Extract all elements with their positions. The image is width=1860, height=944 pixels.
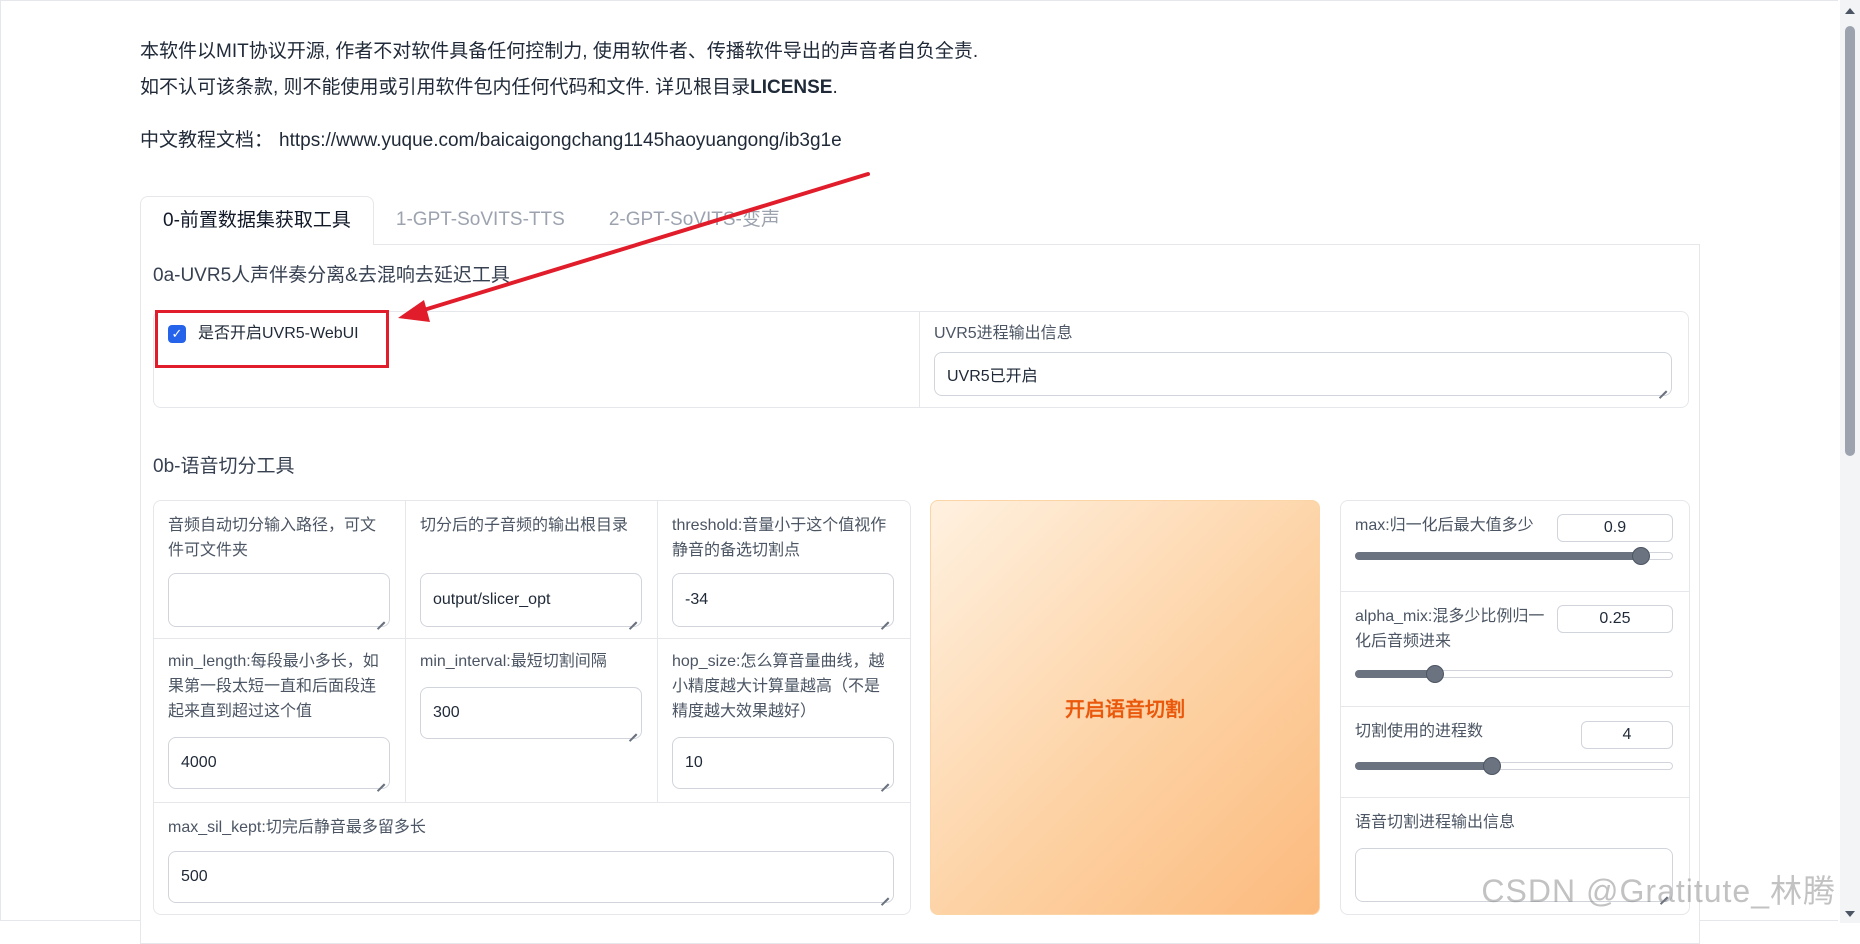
- max-number-input[interactable]: 0.9: [1557, 514, 1673, 542]
- threshold-label: threshold:音量小于这个值视作静音的备选切割点: [672, 517, 887, 559]
- alpha-mix-setting-cell: alpha_mix:混多少比例归一化后音频进来 0.25: [1341, 592, 1689, 707]
- max-sil-kept-value: 500: [181, 868, 208, 885]
- max-sil-kept-label: max_sil_kept:切完后静音最多留多长: [168, 819, 426, 836]
- process-count-setting-cell: 切割使用的进程数 4: [1341, 707, 1689, 798]
- max-setting-cell: max:归一化后最大值多少 0.9: [1341, 501, 1689, 592]
- uvr5-output-value: UVR5已开启: [947, 368, 1038, 385]
- min-interval-value: 300: [433, 704, 460, 721]
- progress-output-label: 语音切割进程输出信息: [1355, 814, 1516, 831]
- uvr5-section-title: 0a-UVR5人声伴奏分离&去混响去延迟工具: [153, 265, 510, 286]
- min-interval-cell: min_interval:最短切割间隔 300: [406, 639, 658, 803]
- hop-size-field[interactable]: 10: [672, 737, 894, 789]
- process-count-label: 切割使用的进程数: [1355, 723, 1484, 740]
- resize-handle-icon[interactable]: [1659, 383, 1667, 391]
- min-interval-label: min_interval:最短切割间隔: [420, 653, 607, 670]
- max-slider-fill: [1355, 552, 1641, 560]
- resize-handle-icon[interactable]: [629, 614, 637, 622]
- output-root-field[interactable]: output/slicer_opt: [420, 573, 642, 627]
- doc-link-row: 中文教程文档： https://www.yuque.com/baicaigongc…: [140, 125, 842, 152]
- alpha-mix-slider-fill: [1355, 670, 1435, 678]
- threshold-field[interactable]: -34: [672, 573, 894, 627]
- watermark: CSDN @Gratitute_林腾: [1481, 873, 1836, 909]
- threshold-value: -34: [685, 591, 709, 608]
- min-length-label: min_length:每段最小多长，如果第一段太短一直和后面段连起来直到超过这个…: [168, 653, 379, 720]
- alpha-mix-number-input[interactable]: 0.25: [1557, 605, 1673, 633]
- input-path-field[interactable]: [168, 573, 390, 627]
- max-slider-thumb[interactable]: [1632, 547, 1650, 565]
- min-interval-field[interactable]: 300: [420, 687, 642, 739]
- disclaimer-line-2-text: 如不认可该条款, 则不能使用或引用软件包内任何代码和文件. 详见根目录: [140, 77, 751, 98]
- tab-gpt-sovits-tts[interactable]: 1-GPT-SoVITS-TTS: [374, 196, 587, 244]
- process-count-number-input[interactable]: 4: [1581, 721, 1673, 749]
- process-count-slider-track[interactable]: [1355, 762, 1673, 770]
- slicer-params-grid: 音频自动切分输入路径，可文件可文件夹 切分后的子音频的输出根目录 output/…: [153, 500, 911, 915]
- resize-handle-icon[interactable]: [881, 890, 889, 898]
- slicer-settings-panel: max:归一化后最大值多少 0.9 alpha_mix:混多少比例归一化后音频进…: [1340, 500, 1690, 915]
- alpha-mix-label: alpha_mix:混多少比例归一化后音频进来: [1355, 608, 1545, 650]
- disclaimer-line-2-end: .: [832, 77, 838, 98]
- max-slider-track[interactable]: [1355, 552, 1673, 560]
- alpha-mix-slider-track[interactable]: [1355, 670, 1673, 678]
- process-count-slider-thumb[interactable]: [1483, 757, 1501, 775]
- resize-handle-icon[interactable]: [881, 614, 889, 622]
- scrollbar-thumb[interactable]: [1845, 26, 1855, 456]
- min-length-value: 4000: [181, 754, 217, 771]
- doc-label: 中文教程文档：: [140, 130, 274, 151]
- start-slicing-button[interactable]: 开启语音切割: [930, 500, 1320, 915]
- page-scrollbar[interactable]: [1840, 0, 1860, 923]
- uvr5-output-label: UVR5进程输出信息: [934, 325, 1073, 342]
- resize-handle-icon[interactable]: [881, 776, 889, 784]
- scroll-up-arrow-icon[interactable]: [1845, 8, 1855, 14]
- hop-size-cell: hop_size:怎么算音量曲线，越小精度越大计算量越高（不是精度越大效果越好）…: [658, 639, 910, 803]
- tab-dataset-tools[interactable]: 0-前置数据集获取工具: [140, 196, 374, 245]
- min-length-field[interactable]: 4000: [168, 737, 390, 789]
- license-disclaimer: 本软件以MIT协议开源, 作者不对软件具备任何控制力, 使用软件者、传播软件导出…: [140, 34, 978, 106]
- max-sil-kept-cell: max_sil_kept:切完后静音最多留多长 500: [154, 803, 910, 914]
- output-root-label: 切分后的子音频的输出根目录: [420, 517, 629, 534]
- tab-gpt-sovits-voice-change[interactable]: 2-GPT-SoVITS-变声: [587, 196, 802, 244]
- uvr5-output-cell: UVR5进程输出信息 UVR5已开启: [920, 312, 1688, 407]
- max-label: max:归一化后最大值多少: [1355, 517, 1534, 534]
- doc-link[interactable]: https://www.yuque.com/baicaigongchang114…: [279, 130, 842, 151]
- max-sil-kept-field[interactable]: 500: [168, 851, 894, 903]
- resize-handle-icon[interactable]: [377, 614, 385, 622]
- license-bold: LICENSE: [750, 77, 833, 98]
- output-root-value: output/slicer_opt: [433, 591, 551, 608]
- slicer-section-title: 0b-语音切分工具: [153, 456, 295, 477]
- uvr5-output-textbox[interactable]: UVR5已开启: [934, 352, 1672, 396]
- hop-size-value: 10: [685, 754, 703, 771]
- threshold-cell: threshold:音量小于这个值视作静音的备选切割点 -34: [658, 501, 910, 639]
- input-path-label: 音频自动切分输入路径，可文件可文件夹: [168, 517, 377, 559]
- resize-handle-icon[interactable]: [377, 776, 385, 784]
- tab-bar: 0-前置数据集获取工具 1-GPT-SoVITS-TTS 2-GPT-SoVIT…: [140, 196, 802, 245]
- alpha-mix-slider-thumb[interactable]: [1426, 665, 1444, 683]
- disclaimer-line-1: 本软件以MIT协议开源, 作者不对软件具备任何控制力, 使用软件者、传播软件导出…: [140, 41, 979, 62]
- input-path-cell: 音频自动切分输入路径，可文件可文件夹: [154, 501, 406, 639]
- hop-size-label: hop_size:怎么算音量曲线，越小精度越大计算量越高（不是精度越大效果越好）: [672, 653, 885, 720]
- annotation-highlight-box: [155, 310, 389, 368]
- min-length-cell: min_length:每段最小多长，如果第一段太短一直和后面段连起来直到超过这个…: [154, 639, 406, 803]
- output-root-cell: 切分后的子音频的输出根目录 output/slicer_opt: [406, 501, 658, 639]
- scroll-down-arrow-icon[interactable]: [1845, 911, 1855, 917]
- process-count-slider-fill: [1355, 762, 1492, 770]
- resize-handle-icon[interactable]: [629, 726, 637, 734]
- disclaimer-line-2: 如不认可该条款, 则不能使用或引用软件包内任何代码和文件. 详见根目录LICEN…: [140, 70, 978, 106]
